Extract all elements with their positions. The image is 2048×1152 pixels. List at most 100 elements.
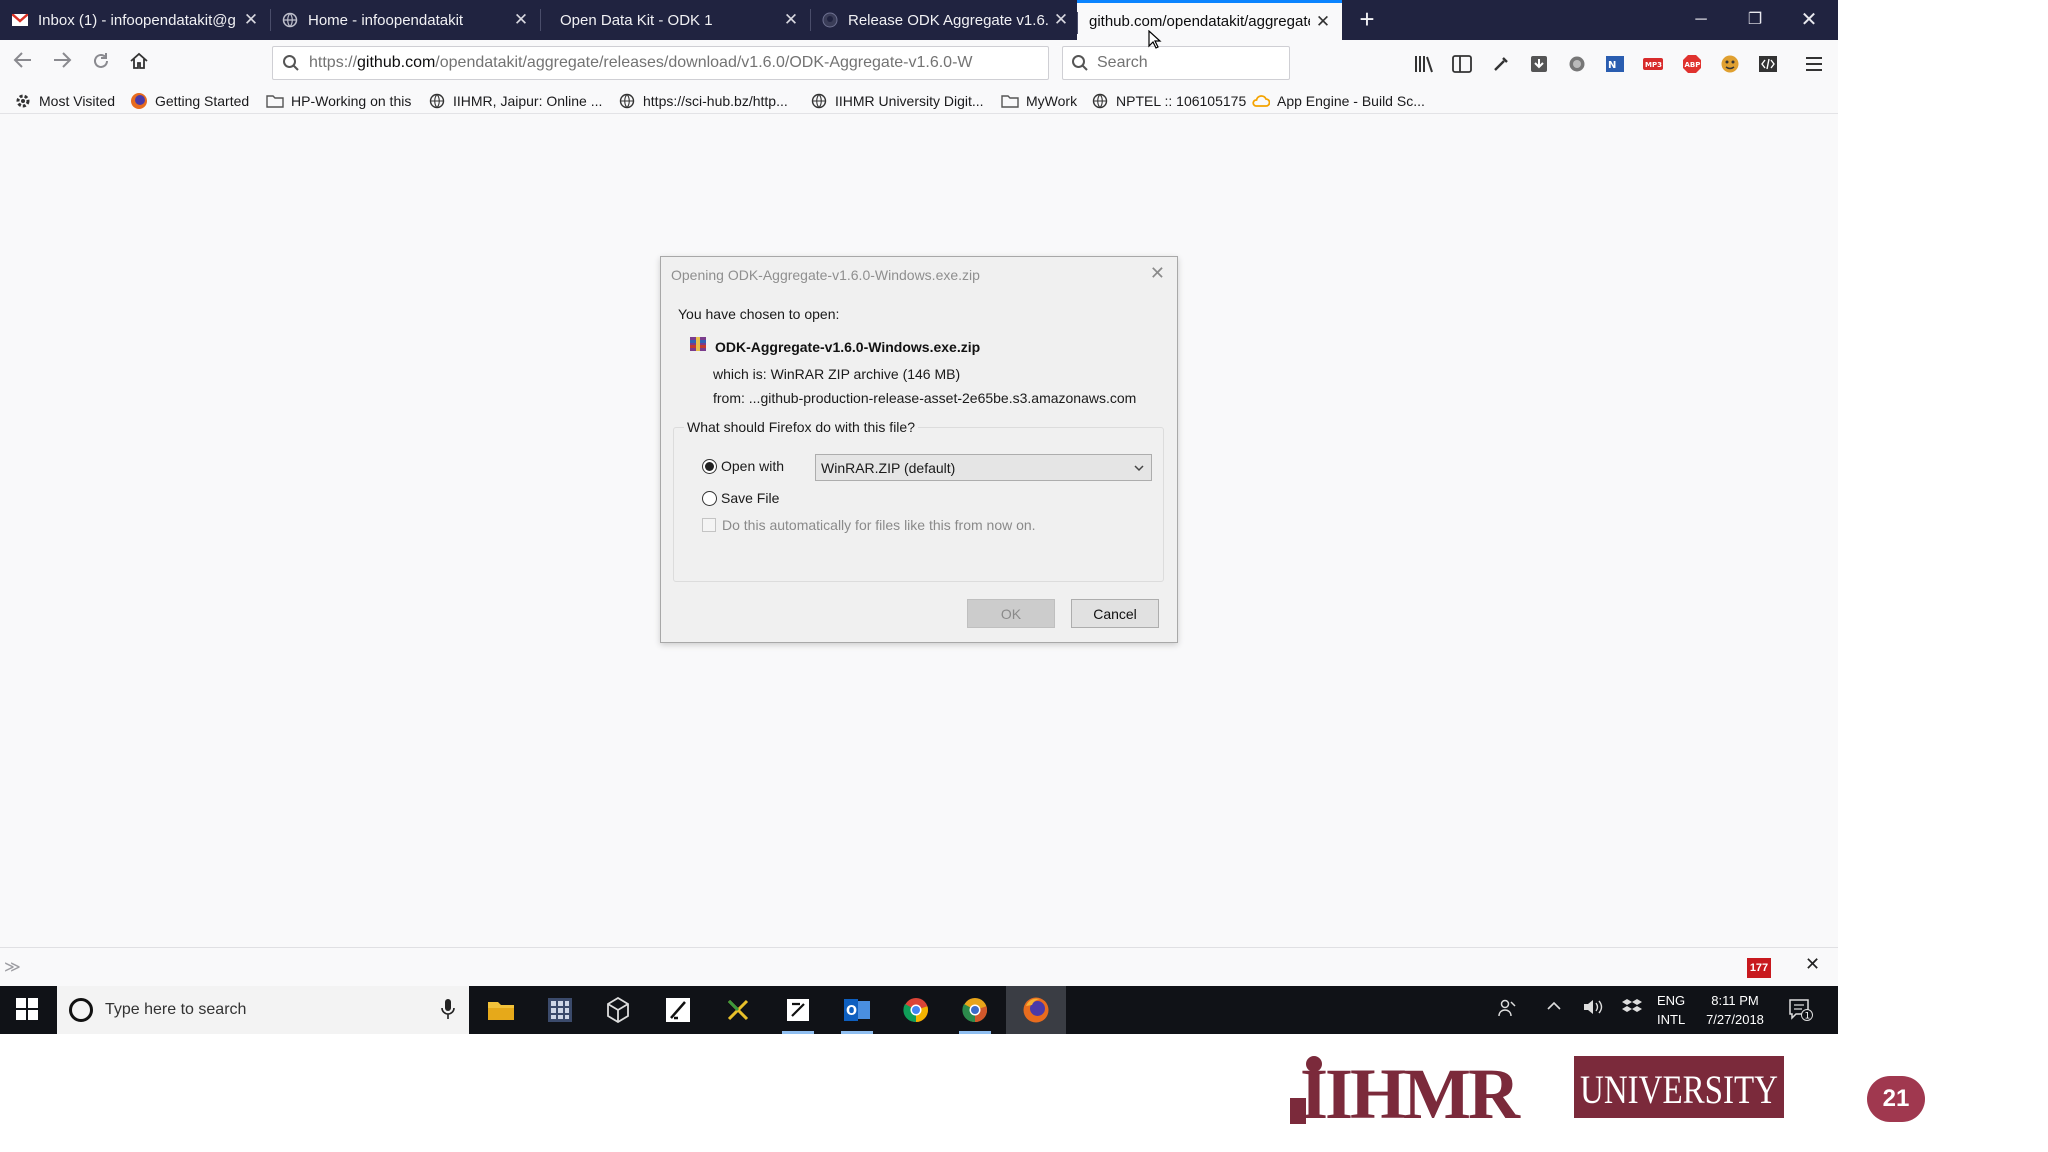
taskbar-search[interactable]: Type here to search (57, 986, 469, 1034)
eyedropper-icon[interactable] (1489, 52, 1513, 76)
sticky-notes-icon[interactable] (778, 994, 818, 1034)
auto-label: Do this automatically for files like thi… (722, 517, 1036, 533)
tab-close-icon[interactable]: ✕ (238, 10, 264, 30)
bookmark-label: Getting Started (155, 93, 250, 109)
url-bar[interactable]: https://github.com/opendatakit/aggregate… (272, 46, 1049, 80)
download-icon[interactable] (1527, 52, 1551, 76)
sidebar-icon[interactable] (1450, 52, 1474, 76)
menu-hamburger-icon[interactable] (1802, 52, 1826, 76)
clock[interactable]: 8:11 PM 7/27/2018 (1700, 991, 1770, 1029)
outlook-icon[interactable]: O (837, 994, 877, 1034)
cube-app-icon[interactable] (598, 994, 638, 1026)
tab-github-download[interactable]: github.com/opendatakit/aggregate ✕ (1077, 0, 1342, 40)
extension-globe-icon[interactable] (1565, 52, 1589, 76)
tab-release[interactable]: Release ODK Aggregate v1.6.0 ✕ (810, 0, 1080, 40)
globe-icon (618, 92, 636, 110)
globe-icon (810, 92, 828, 110)
forward-button[interactable] (45, 47, 79, 81)
bookmark-hp-working[interactable]: HP-Working on this (266, 90, 411, 112)
save-file-option[interactable]: Save File (702, 490, 779, 506)
svg-text:O: O (846, 1004, 857, 1019)
tab-inbox[interactable]: Inbox (1) - infoopendatakit@g ✕ (0, 0, 270, 40)
url-host: github.com (357, 54, 436, 71)
bookmark-iihmr-jaipur[interactable]: IIHMR, Jaipur: Online ... (428, 90, 602, 112)
search-bar[interactable]: Search (1062, 46, 1290, 80)
strip-close-icon[interactable]: ✕ (1805, 954, 1820, 975)
save-file-radio[interactable] (702, 490, 717, 506)
tab-title: Release ODK Aggregate v1.6.0 (848, 11, 1048, 29)
cross-app-icon[interactable] (718, 994, 758, 1026)
bookmark-app-engine[interactable]: App Engine - Build Sc... (1252, 90, 1425, 112)
dialog-close-icon[interactable]: ✕ (1150, 263, 1165, 284)
close-window-button[interactable]: ✕ (1782, 0, 1836, 40)
chevron-down-icon (1133, 461, 1145, 477)
bookmark-nptel[interactable]: NPTEL :: 106105175 (1091, 90, 1246, 112)
save-file-label: Save File (721, 490, 780, 506)
mp3-extension-icon[interactable]: MP3 (1641, 52, 1665, 76)
forward-arrow-icon (54, 52, 72, 68)
ok-button[interactable]: OK (967, 599, 1055, 628)
tab-home[interactable]: Home - infoopendatakit ✕ (270, 0, 540, 40)
chevron-up-icon[interactable] (1546, 998, 1562, 1017)
people-icon[interactable] (1497, 998, 1517, 1021)
bookmark-most-visited[interactable]: Most Visited (14, 90, 115, 112)
extension-face-icon[interactable] (1718, 52, 1742, 76)
file-explorer-icon[interactable] (481, 994, 521, 1026)
back-button[interactable] (6, 47, 40, 81)
tab-close-icon[interactable]: ✕ (508, 10, 534, 30)
double-chevron-icon[interactable]: ≫ (4, 957, 21, 977)
gmail-icon (12, 12, 28, 28)
chrome-icon[interactable] (896, 994, 936, 1026)
tab-odk[interactable]: Open Data Kit - ODK 1 ✕ (540, 0, 810, 40)
home-button[interactable] (122, 47, 156, 81)
search-icon (273, 54, 309, 72)
open-with-select[interactable]: WinRAR.ZIP (default) (815, 454, 1152, 481)
bookmark-sci-hub[interactable]: https://sci-hub.bz/http... (618, 90, 788, 112)
minimize-button[interactable]: ─ (1674, 0, 1728, 40)
microphone-icon[interactable] (441, 998, 455, 1025)
cortana-icon (69, 998, 93, 1022)
auto-option[interactable]: Do this automatically for files like thi… (702, 517, 1036, 533)
extension-news-icon[interactable]: N (1603, 52, 1627, 76)
volume-icon[interactable] (1582, 998, 1604, 1019)
auto-checkbox[interactable] (702, 518, 716, 532)
navigation-toolbar: https://github.com/opendatakit/aggregate… (0, 40, 1838, 88)
bookmark-label: https://sci-hub.bz/http... (643, 93, 788, 109)
folder-icon (1001, 92, 1019, 110)
folder-icon (266, 92, 284, 110)
calculator-icon[interactable] (540, 994, 580, 1026)
action-center-icon[interactable]: 1 (1788, 998, 1814, 1025)
tab-title: Home - infoopendatakit (308, 11, 464, 29)
open-with-radio[interactable] (702, 458, 717, 474)
tab-close-icon[interactable]: ✕ (1310, 12, 1336, 32)
bookmark-iihmr-digital[interactable]: IIHMR University Digit... (810, 90, 984, 112)
mouse-cursor-icon (1148, 29, 1162, 55)
tab-close-icon[interactable]: ✕ (778, 10, 804, 30)
dropbox-icon[interactable] (1622, 998, 1642, 1019)
strip-badge[interactable]: 177 (1747, 958, 1771, 978)
bookmark-mywork[interactable]: MyWork (1001, 90, 1077, 112)
cancel-button[interactable]: Cancel (1071, 599, 1159, 628)
firefox-taskbar-icon[interactable] (1006, 986, 1066, 1034)
bookmark-getting-started[interactable]: Getting Started (130, 90, 249, 112)
search-icon (1063, 54, 1097, 72)
pen-app-icon[interactable] (658, 994, 698, 1026)
restore-button[interactable]: ❐ (1728, 0, 1782, 40)
new-tab-button[interactable]: + (1352, 0, 1382, 40)
language-indicator[interactable]: ENG INTL (1657, 991, 1685, 1029)
windows-start-icon[interactable] (16, 998, 40, 1022)
developer-tools-icon[interactable] (1756, 52, 1780, 76)
home-globe-icon (282, 12, 298, 28)
back-arrow-icon (13, 52, 31, 68)
tab-close-icon[interactable]: ✕ (1048, 10, 1074, 30)
action-question: What should Firefox do with this file? (684, 419, 918, 435)
chrome-canary-icon[interactable] (955, 994, 995, 1034)
taskbar-search-placeholder: Type here to search (105, 1001, 247, 1018)
library-icon[interactable] (1412, 52, 1436, 76)
tab-title: Inbox (1) - infoopendatakit@g (38, 11, 236, 29)
adblock-icon[interactable]: ABP (1680, 52, 1704, 76)
file-source: from: ...github-production-release-asset… (713, 390, 1137, 406)
open-with-option[interactable]: Open with (702, 458, 784, 474)
file-type: which is: WinRAR ZIP archive (146 MB) (713, 366, 961, 382)
reload-button[interactable] (84, 47, 118, 81)
